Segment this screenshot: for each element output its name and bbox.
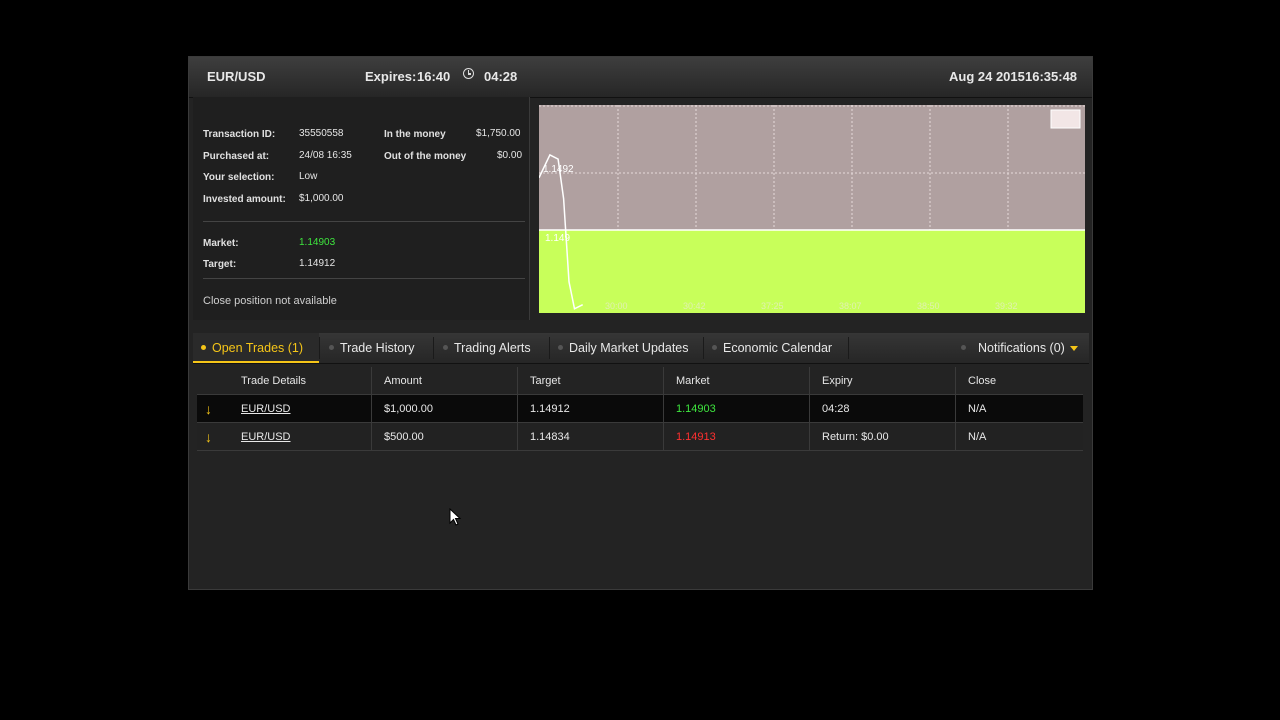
trade-window: EUR/USD Expires: 16:40 04:28 Aug 24 2015…	[188, 56, 1093, 590]
open-trades-table: Trade Details Amount Target Market Expir…	[197, 367, 1083, 451]
selection-value: Low	[299, 171, 318, 182]
down-arrow-icon: ↓	[197, 422, 235, 451]
current-date: Aug 24 2015	[949, 69, 1025, 84]
col-amount: Amount	[371, 367, 518, 395]
tab-trading-alerts[interactable]: Trading Alerts	[443, 333, 531, 363]
trade-asset-link[interactable]: EUR/USD	[241, 431, 291, 443]
tab-open-trades[interactable]: Open Trades (1)	[193, 333, 319, 363]
trade-header: EUR/USD Expires: 16:40 04:28 Aug 24 2015…	[189, 57, 1092, 98]
chevron-down-icon	[1069, 346, 1078, 352]
notification-dot-icon	[961, 345, 966, 351]
x-tick-label: 38:07	[839, 301, 862, 311]
target-value: 1.14912	[299, 258, 336, 269]
expires-label: Expires:	[365, 69, 417, 84]
tab-dot-icon	[443, 345, 448, 351]
trade-asset-link[interactable]: EUR/USD	[241, 403, 291, 415]
invested-value: $1,000.00	[299, 193, 344, 204]
transaction-id: 35550558	[299, 128, 344, 139]
tab-dot-icon	[201, 345, 206, 351]
trade-close: N/A	[955, 394, 1083, 423]
trade-close: N/A	[955, 422, 1083, 451]
trade-market: 1.14913	[663, 422, 810, 451]
invested-label: Invested amount:	[203, 194, 286, 205]
in-money-label: In the money	[384, 129, 446, 140]
price-chart: 1.14921.14930:00 30:42 37:25 38:07 38:50 39:3…	[539, 105, 1085, 313]
col-close: Close	[968, 374, 997, 387]
out-money-label: Out of the money	[384, 151, 467, 162]
countdown: 04:28	[484, 69, 518, 84]
trade-amount: $1,000.00	[371, 394, 518, 423]
clock-icon	[463, 68, 474, 79]
table-row[interactable]: ↓ EUR/USD $500.00 1.14834 1.14913 Return…	[197, 422, 1083, 451]
tab-daily-market-updates[interactable]: Daily Market Updates	[558, 333, 689, 363]
trade-expiry: Return: $0.00	[809, 422, 956, 451]
divider	[203, 221, 525, 222]
market-value: 1.14903	[299, 237, 336, 248]
asset-pair: EUR/USD	[207, 69, 266, 84]
col-trade-details: Trade Details	[235, 367, 372, 395]
purchased-value: 24/08 16:35	[299, 150, 352, 161]
in-money-value: $1,750.00	[476, 128, 521, 139]
x-tick-label: 30:42	[683, 301, 706, 311]
table-row[interactable]: ↓ EUR/USD $1,000.00 1.14912 1.14903 04:2…	[197, 394, 1083, 423]
bottom-tabs: Open Trades (1) Trade History Trading Al…	[193, 333, 1089, 364]
selection-label: Your selection:	[203, 172, 275, 183]
target-label: Target:	[203, 259, 237, 270]
tab-economic-calendar[interactable]: Economic Calendar	[712, 333, 832, 363]
col-target: Target	[517, 367, 664, 395]
down-arrow-icon: ↓	[197, 394, 235, 423]
table-header-row: Trade Details Amount Target Market Expir…	[197, 367, 1083, 395]
x-tick-label: 39:32	[995, 301, 1018, 311]
tab-dot-icon	[558, 345, 563, 351]
expires-time: 16:40	[417, 69, 451, 84]
divider	[203, 278, 525, 279]
transaction-id-label: Transaction ID:	[203, 129, 276, 140]
x-tick-label: 37:25	[761, 301, 784, 311]
purchased-label: Purchased at:	[203, 151, 270, 162]
trade-info-panel: Transaction ID: 35550558 In the money $1…	[193, 97, 530, 320]
trade-expiry: 04:28	[809, 394, 956, 423]
upper-zone	[539, 105, 1085, 230]
market-label: Market:	[203, 238, 239, 249]
notifications-dropdown[interactable]: Notifications (0)	[961, 333, 1078, 363]
trade-amount: $500.00	[371, 422, 518, 451]
close-position-note: Close position not available	[203, 295, 337, 307]
current-time: 16:35:48	[1025, 69, 1078, 84]
x-tick-label: 30:00	[605, 301, 628, 311]
col-market: Market	[663, 367, 810, 395]
tab-dot-icon	[329, 345, 334, 351]
trade-market: 1.14903	[663, 394, 810, 423]
mouse-cursor-icon	[449, 508, 462, 526]
chart-close-button	[1050, 109, 1081, 129]
tab-trade-history[interactable]: Trade History	[329, 333, 415, 363]
col-expiry: Expiry	[809, 367, 956, 395]
out-money-value: $0.00	[497, 150, 523, 161]
trade-target: 1.14912	[517, 394, 664, 423]
trade-target: 1.14834	[517, 422, 664, 451]
tab-dot-icon	[712, 345, 717, 351]
x-tick-label: 38:50	[917, 301, 940, 311]
